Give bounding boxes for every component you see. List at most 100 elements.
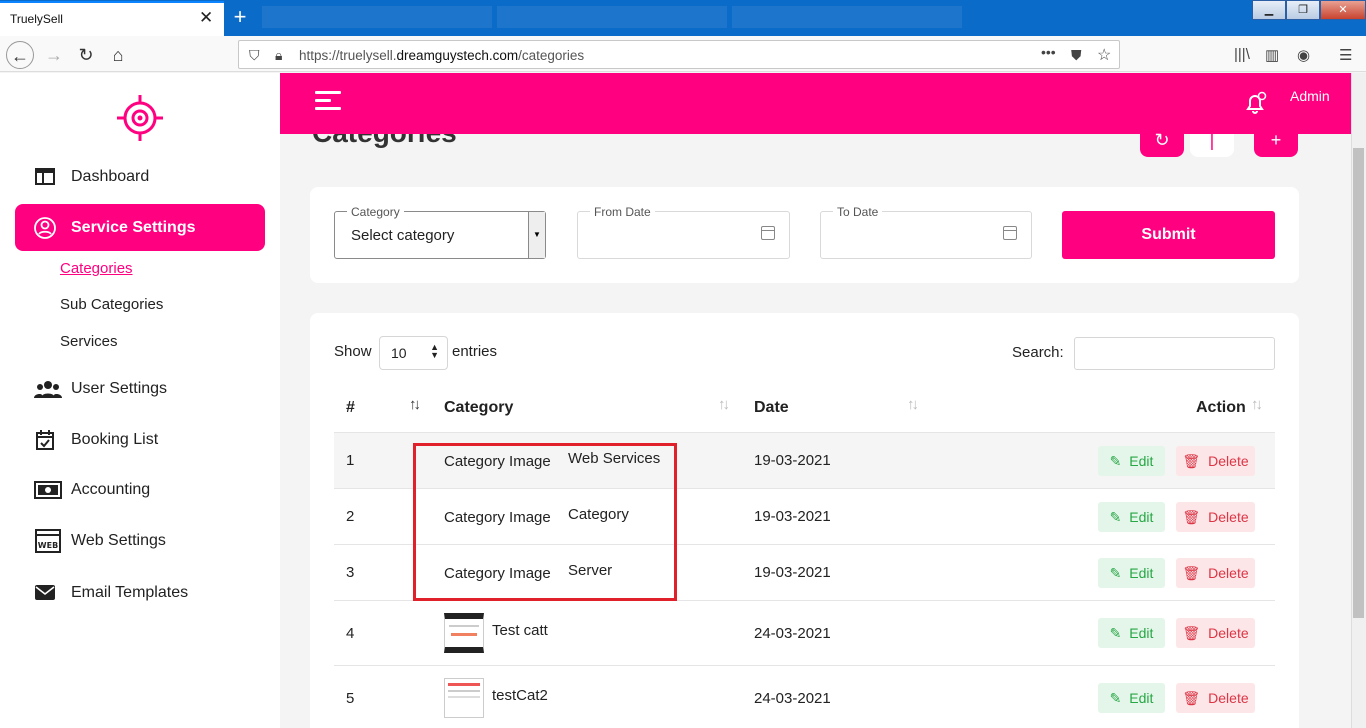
calendar-icon[interactable] — [1003, 226, 1017, 240]
delete-label: Delete — [1208, 565, 1249, 581]
refresh-button[interactable]: ↻ — [1140, 131, 1184, 157]
tab-close-icon[interactable]: ✕ — [199, 8, 213, 28]
show-label: Show — [334, 343, 372, 360]
search-label: Search: — [1012, 344, 1064, 361]
sidebar: Dashboard Service Settings Categories Su… — [0, 73, 280, 728]
column-header-date[interactable]: Date — [754, 399, 789, 417]
category-name[interactable]: testCat2 — [492, 687, 548, 704]
url-prefix: https://truelysell. — [299, 48, 397, 63]
url-path: /categories — [518, 48, 585, 63]
sort-asc-icon[interactable]: ↑↓ — [409, 396, 421, 413]
edit-label: Edit — [1129, 509, 1154, 525]
restore-icon[interactable]: ❐ — [1286, 0, 1320, 20]
delete-button[interactable]: 🗑︎ Delete — [1176, 446, 1255, 476]
row-number: 4 — [346, 625, 355, 642]
entries-label: entries — [452, 343, 498, 360]
edit-button[interactable]: ✎ Edit — [1098, 558, 1165, 588]
filter-toggle-button[interactable]: | — [1190, 131, 1234, 157]
delete-label: Delete — [1208, 509, 1249, 525]
row-number: 2 — [346, 508, 355, 525]
forward-arrow-icon[interactable]: → — [40, 41, 68, 69]
row-date: 19-03-2021 — [754, 508, 831, 525]
sidebar-item-booking-list[interactable]: Booking List — [15, 416, 265, 463]
edit-label: Edit — [1129, 453, 1154, 469]
row-date: 19-03-2021 — [754, 564, 831, 581]
search-input[interactable] — [1074, 337, 1275, 370]
delete-label: Delete — [1208, 690, 1249, 706]
highlight-annotation-box — [413, 443, 677, 601]
notification-bell-icon[interactable] — [1243, 91, 1267, 115]
home-icon[interactable]: ⌂ — [104, 41, 132, 69]
column-header-category[interactable]: Category — [444, 399, 513, 417]
edit-button[interactable]: ✎ Edit — [1098, 683, 1165, 713]
chevron-down-icon[interactable]: ▼ — [528, 212, 545, 258]
from-date-label: From Date — [590, 205, 655, 219]
submenu-sub-categories[interactable]: Sub Categories — [60, 296, 163, 313]
minimize-icon[interactable]: ▁ — [1252, 0, 1286, 20]
window-close-icon[interactable]: ✕ — [1320, 0, 1366, 20]
category-select[interactable]: Category Select category ▼ — [334, 205, 546, 259]
sidebar-item-dashboard[interactable]: Dashboard — [15, 153, 265, 200]
logo-icon[interactable] — [116, 94, 164, 142]
delete-button[interactable]: 🗑︎ Delete — [1176, 558, 1255, 588]
edit-label: Edit — [1129, 565, 1154, 581]
sidebar-item-service-settings[interactable]: Service Settings — [15, 204, 265, 251]
top-header-bar: Admin — [280, 73, 1351, 134]
account-icon[interactable]: ◉ — [1297, 46, 1310, 64]
to-date-label: To Date — [833, 205, 883, 219]
page-title: Categories — [312, 134, 472, 150]
reload-icon[interactable]: ↻ — [72, 41, 100, 69]
edit-button[interactable]: ✎ Edit — [1098, 618, 1165, 648]
shield-icon[interactable]: ⛉ — [249, 47, 260, 64]
delete-button[interactable]: 🗑︎ Delete — [1176, 502, 1255, 532]
column-header-action[interactable]: Action — [1196, 399, 1246, 417]
edit-button[interactable]: ✎ Edit — [1098, 502, 1165, 532]
entries-length-select[interactable]: 10 ▲ ▼ — [379, 336, 448, 370]
back-arrow-icon[interactable]: ← — [6, 41, 34, 69]
bookmark-star-icon[interactable]: ☆ — [1097, 45, 1111, 65]
background-tab[interactable] — [732, 6, 962, 28]
sidebar-item-accounting[interactable]: Accounting — [15, 466, 265, 513]
category-thumbnail[interactable] — [444, 613, 484, 653]
calendar-icon[interactable] — [761, 226, 775, 240]
edit-button[interactable]: ✎ Edit — [1098, 446, 1165, 476]
hamburger-menu-icon[interactable] — [315, 91, 341, 113]
submenu-categories[interactable]: Categories — [60, 260, 133, 277]
column-header-number[interactable]: # — [346, 399, 355, 417]
delete-button[interactable]: 🗑︎ Delete — [1176, 683, 1255, 713]
sidebar-item-label: Accounting — [71, 480, 151, 498]
background-tab[interactable] — [497, 6, 727, 28]
pocket-icon[interactable]: ⛊ — [1071, 47, 1082, 64]
delete-button[interactable]: 🗑︎ Delete — [1176, 618, 1255, 648]
sort-icon[interactable]: ↑↓ — [1251, 396, 1263, 413]
add-category-button[interactable]: + — [1254, 131, 1298, 157]
submenu-services[interactable]: Services — [60, 333, 118, 350]
sidebar-item-user-settings[interactable]: User Settings — [15, 365, 265, 412]
sidebar-item-label: User Settings — [71, 379, 168, 397]
category-name[interactable]: Test catt — [492, 622, 548, 639]
url-host: dreamguystech.com — [396, 48, 519, 63]
sidebar-item-web-settings[interactable]: WEB Web Settings — [15, 517, 265, 564]
trash-icon: 🗑︎ — [1182, 508, 1201, 525]
background-tab[interactable] — [262, 6, 492, 28]
menu-icon[interactable]: ☰ — [1339, 46, 1352, 64]
admin-user-label[interactable]: Admin — [1290, 88, 1330, 104]
to-date-field[interactable]: To Date — [820, 205, 1032, 259]
address-bar[interactable]: ⛉ 🔒︎ https://truelysell.dreamguystech.co… — [238, 40, 1120, 69]
sidebar-item-email-templates[interactable]: Email Templates — [15, 569, 265, 616]
sidebar-toggle-icon[interactable]: ▥ — [1265, 46, 1279, 64]
window-controls: ▁ ❐ ✕ — [1252, 0, 1366, 20]
submit-button[interactable]: Submit — [1062, 211, 1275, 259]
scrollbar-thumb[interactable] — [1353, 148, 1364, 618]
delete-label: Delete — [1208, 453, 1249, 469]
library-icon[interactable]: |||\ — [1234, 46, 1250, 63]
envelope-icon — [33, 583, 57, 603]
browser-tab-active[interactable]: TruelySell ✕ — [0, 1, 224, 36]
from-date-field[interactable]: From Date — [577, 205, 790, 259]
more-icon[interactable]: ••• — [1041, 44, 1056, 60]
url-text: https://truelysell.dreamguystech.com/cat… — [299, 48, 584, 63]
sort-icon[interactable]: ↑↓ — [907, 396, 919, 413]
new-tab-button[interactable]: + — [226, 3, 254, 31]
sort-icon[interactable]: ↑↓ — [718, 396, 730, 413]
category-thumbnail[interactable] — [444, 678, 484, 718]
